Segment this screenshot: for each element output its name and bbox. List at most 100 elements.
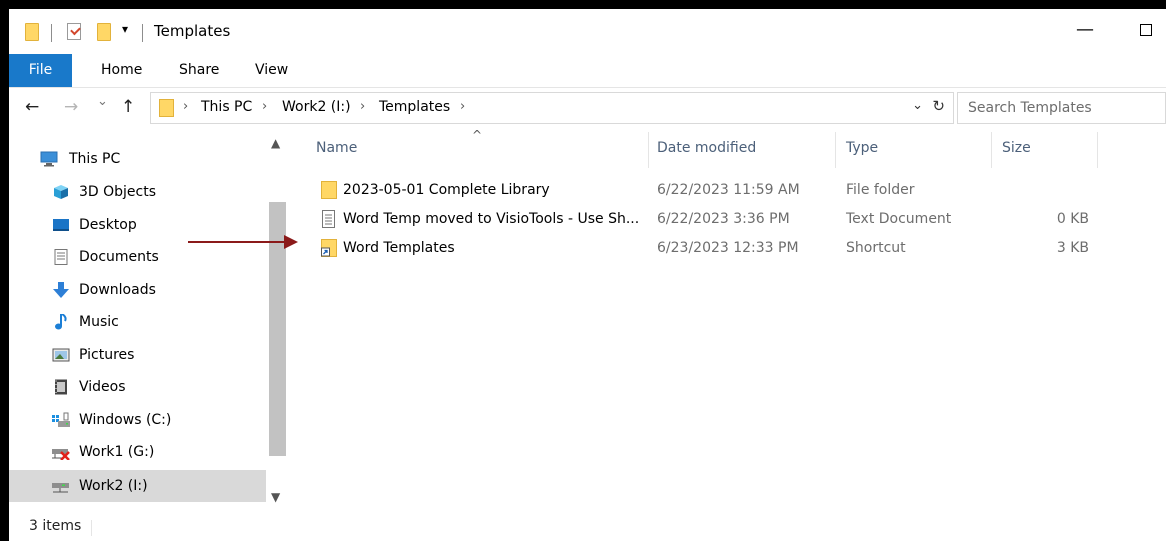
item-count: 3 items bbox=[29, 518, 82, 534]
new-folder-icon[interactable] bbox=[97, 23, 111, 41]
sidebar-item-label: Work2 (I:) bbox=[79, 478, 148, 494]
document-icon bbox=[54, 249, 68, 265]
text-file-icon bbox=[322, 210, 335, 228]
sidebar-item-desktop[interactable]: Desktop bbox=[9, 209, 266, 241]
sidebar-item-windows-c[interactable]: Windows (C:) bbox=[9, 404, 266, 436]
sidebar-item-label: Documents bbox=[79, 249, 159, 265]
status-bar: 3 items bbox=[9, 512, 1166, 541]
table-row[interactable]: 2023-05-01 Complete Library 6/22/2023 11… bbox=[311, 176, 1101, 204]
sidebar-item-3d-objects[interactable]: 3D Objects bbox=[9, 176, 266, 208]
file-date: 6/23/2023 12:33 PM bbox=[657, 240, 799, 256]
breadcrumb-this-pc[interactable]: This PC bbox=[201, 99, 252, 115]
network-drive-icon bbox=[52, 483, 69, 493]
sidebar-item-pictures[interactable]: Pictures bbox=[9, 339, 266, 371]
video-icon bbox=[55, 379, 67, 395]
breadcrumb-separator[interactable]: › bbox=[183, 99, 188, 114]
tab-share[interactable]: Share bbox=[179, 54, 219, 87]
breadcrumb-separator[interactable]: › bbox=[360, 99, 365, 114]
back-button[interactable]: ← bbox=[25, 97, 39, 117]
status-divider bbox=[91, 520, 92, 536]
table-row[interactable]: Word Templates 6/23/2023 12:33 PM Shortc… bbox=[311, 234, 1101, 262]
computer-icon bbox=[40, 151, 58, 167]
breadcrumb-templates[interactable]: Templates bbox=[379, 99, 450, 115]
folder-icon bbox=[159, 99, 174, 117]
folder-icon bbox=[321, 181, 337, 199]
column-divider[interactable] bbox=[991, 132, 992, 168]
file-name: Word Temp moved to VisioTools - Use Sh..… bbox=[343, 211, 640, 227]
sidebar-item-work1-g[interactable]: Work1 (G:) bbox=[9, 436, 266, 468]
navigation-scrollbar[interactable]: ▲ ▼ bbox=[267, 128, 287, 512]
network-drive-disconnected-icon bbox=[52, 449, 70, 460]
search-input[interactable] bbox=[957, 92, 1166, 124]
file-size: 3 KB bbox=[1056, 240, 1089, 256]
download-icon bbox=[53, 282, 69, 298]
customize-toolbar-dropdown-icon[interactable]: ▾ bbox=[122, 22, 128, 44]
file-type: Shortcut bbox=[846, 240, 906, 256]
sidebar-item-label: This PC bbox=[69, 151, 121, 167]
table-row[interactable]: Word Temp moved to VisioTools - Use Sh..… bbox=[311, 205, 1101, 233]
column-divider[interactable] bbox=[1097, 132, 1098, 168]
sidebar-item-documents[interactable]: Documents bbox=[9, 241, 266, 273]
file-date: 6/22/2023 3:36 PM bbox=[657, 211, 790, 227]
sidebar-item-videos[interactable]: Videos bbox=[9, 371, 266, 403]
scroll-up-icon[interactable]: ▲ bbox=[271, 136, 280, 150]
recent-locations-button[interactable]: ⌄ bbox=[97, 94, 108, 109]
scroll-down-icon[interactable]: ▼ bbox=[271, 490, 280, 504]
title-bar: ▾ Templates — bbox=[9, 9, 1166, 54]
window-title: Templates bbox=[154, 22, 231, 40]
address-dropdown-icon[interactable]: ⌄ bbox=[912, 98, 923, 113]
folder-shortcut-icon bbox=[321, 239, 337, 257]
navigation-pane: This PC 3D Objects Desktop Documents Dow… bbox=[9, 128, 287, 512]
tab-home[interactable]: Home bbox=[101, 54, 142, 87]
file-type: File folder bbox=[846, 182, 915, 198]
sidebar-item-label: Desktop bbox=[79, 217, 137, 233]
forward-button[interactable]: → bbox=[64, 97, 78, 117]
folder-icon bbox=[25, 23, 39, 41]
breadcrumb-separator[interactable]: › bbox=[262, 99, 267, 114]
address-row: ← → ⌄ ↑ › This PC › Work2 (I:) › Templat… bbox=[9, 89, 1166, 127]
file-list: ^ Name Date modified Type Size 2023-05-0… bbox=[287, 128, 1166, 512]
refresh-icon[interactable]: ↻ bbox=[932, 97, 945, 115]
address-bar[interactable]: › This PC › Work2 (I:) › Templates › ⌄ ↻ bbox=[150, 92, 954, 124]
column-header-type[interactable]: Type bbox=[846, 140, 878, 156]
sidebar-item-label: Videos bbox=[79, 379, 126, 395]
sidebar-item-label: Work1 (G:) bbox=[79, 444, 155, 460]
up-button[interactable]: ↑ bbox=[121, 97, 135, 117]
column-divider[interactable] bbox=[648, 132, 649, 168]
file-size: 0 KB bbox=[1056, 211, 1089, 227]
breadcrumb-separator[interactable]: › bbox=[460, 99, 465, 114]
sidebar-item-label: 3D Objects bbox=[79, 184, 157, 200]
windows-drive-icon bbox=[52, 412, 70, 427]
music-icon bbox=[55, 314, 67, 330]
file-name: 2023-05-01 Complete Library bbox=[343, 182, 550, 198]
sidebar-item-downloads[interactable]: Downloads bbox=[9, 274, 266, 306]
sidebar-item-label: Pictures bbox=[79, 347, 135, 363]
pictures-icon bbox=[52, 348, 70, 362]
tab-file[interactable]: File bbox=[9, 54, 72, 87]
ribbon-tabs: File Home Share View bbox=[9, 54, 1166, 88]
cube-icon bbox=[54, 185, 68, 199]
tab-view[interactable]: View bbox=[255, 54, 288, 87]
sidebar-item-label: Windows (C:) bbox=[79, 412, 172, 428]
annotation-arrow-head bbox=[284, 235, 298, 249]
file-name: Word Templates bbox=[343, 240, 455, 256]
breadcrumb-work2[interactable]: Work2 (I:) bbox=[282, 99, 351, 115]
toolbar-separator bbox=[142, 24, 143, 42]
column-divider[interactable] bbox=[835, 132, 836, 168]
file-date: 6/22/2023 11:59 AM bbox=[657, 182, 800, 198]
sort-ascending-icon: ^ bbox=[472, 128, 483, 142]
column-header-date-modified[interactable]: Date modified bbox=[657, 140, 756, 156]
column-header-name[interactable]: Name bbox=[316, 140, 357, 156]
sidebar-item-work2-i[interactable]: Work2 (I:) bbox=[9, 470, 266, 502]
sidebar-item-label: Music bbox=[79, 314, 119, 330]
properties-icon[interactable] bbox=[67, 23, 81, 40]
toolbar-separator bbox=[51, 24, 52, 42]
sidebar-item-music[interactable]: Music bbox=[9, 306, 266, 338]
column-header-size[interactable]: Size bbox=[1002, 140, 1031, 156]
sidebar-item-label: Downloads bbox=[79, 282, 156, 298]
sidebar-item-this-pc[interactable]: This PC bbox=[9, 143, 266, 175]
maximize-button[interactable] bbox=[1140, 24, 1152, 36]
minimize-button[interactable]: — bbox=[1076, 19, 1094, 40]
annotation-arrow-line bbox=[188, 241, 286, 243]
file-type: Text Document bbox=[846, 211, 952, 227]
